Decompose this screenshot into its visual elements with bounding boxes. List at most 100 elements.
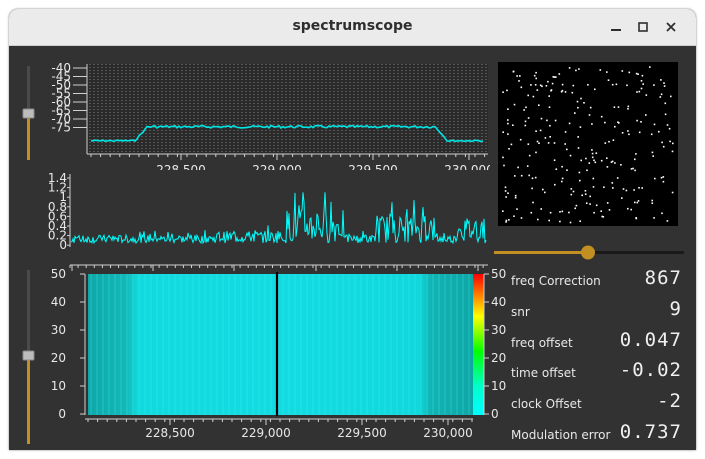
constellation-point	[568, 122, 571, 125]
constellation-point	[664, 102, 667, 105]
constellation-point	[502, 131, 504, 133]
constellation-slider[interactable]	[492, 244, 687, 260]
constellation-point	[625, 189, 628, 192]
constellation-point	[545, 85, 548, 87]
constellation-point	[568, 211, 570, 214]
constellation-point	[640, 121, 642, 123]
constellation-point	[634, 201, 636, 204]
constellation-point	[548, 95, 550, 97]
close-button[interactable]	[661, 17, 681, 37]
x-tick-label: 230,000	[423, 426, 473, 440]
constellation-point	[651, 202, 654, 204]
constellation-point	[564, 143, 566, 145]
constellation-point	[513, 103, 516, 106]
app-window: spectrumscope -40 -45 -50 -55 -60 -65 -70 -75 2…	[9, 9, 696, 450]
constellation-point	[622, 188, 625, 190]
constellation-point	[626, 84, 628, 87]
maximize-icon	[638, 22, 648, 32]
constellation-point	[519, 75, 521, 77]
constellation-point	[589, 203, 591, 205]
constellation-point	[603, 186, 605, 188]
constellation-point	[606, 166, 609, 168]
constellation-point	[630, 208, 632, 211]
constellation-point	[595, 204, 598, 207]
constellation-point	[640, 80, 643, 82]
y-tick-label: 10	[51, 379, 66, 393]
constellation-point	[600, 115, 603, 118]
constellation-point	[504, 190, 507, 192]
constellation-point	[512, 70, 515, 73]
time-offset-value: -0.02	[619, 359, 682, 381]
constellation-point	[585, 202, 588, 204]
constellation-point	[595, 152, 598, 154]
constellation-point	[571, 91, 574, 94]
constellation-point	[649, 66, 651, 68]
constellation-point	[628, 71, 631, 74]
constellation-point	[520, 174, 523, 177]
constellation-point	[662, 145, 665, 148]
slider-handle[interactable]	[581, 245, 595, 260]
constellation-point	[635, 217, 638, 220]
y-tick-label: 40	[51, 295, 66, 309]
y-tick-label: 0	[59, 238, 67, 252]
constellation-point	[534, 176, 537, 179]
constellation-point	[642, 83, 644, 85]
constellation-point	[627, 108, 629, 110]
constellation-point	[547, 80, 549, 83]
colorbar-tick-label: 20	[491, 351, 506, 365]
y-tick-label: -75	[51, 121, 71, 135]
constellation-point	[662, 180, 665, 183]
constellation-point	[662, 176, 665, 178]
minimize-icon	[611, 29, 621, 31]
maximize-button[interactable]	[633, 17, 653, 37]
constellation-point	[660, 176, 663, 179]
constellation-point	[505, 219, 508, 222]
constellation-point	[555, 168, 558, 170]
constellation-point	[544, 137, 547, 139]
constellation-point	[583, 102, 585, 104]
slider-handle[interactable]	[22, 108, 35, 119]
constellation-point	[663, 82, 665, 84]
constellation-point	[589, 195, 591, 198]
constellation-point	[640, 87, 643, 90]
constellation-point	[564, 131, 567, 133]
constellation-point	[641, 74, 644, 77]
slider-handle[interactable]	[22, 350, 35, 361]
constellation-point	[514, 194, 517, 197]
constellation-point	[606, 202, 609, 204]
constellation-point	[612, 139, 615, 141]
time-domain-plot: 1.41.210.80.60.40.20 02004006008001,000	[48, 172, 488, 271]
constellation-point	[502, 91, 504, 93]
constellation-point	[549, 136, 551, 138]
constellation-point	[542, 188, 544, 191]
constellation-point	[544, 191, 546, 194]
constellation-point	[513, 215, 515, 217]
constellation-point	[548, 106, 551, 108]
constellation-point	[671, 191, 674, 194]
constellation-point	[572, 84, 575, 87]
constellation-point	[519, 138, 522, 141]
constellation-point	[638, 90, 641, 93]
constellation-point	[533, 74, 536, 77]
constellation-point	[621, 197, 623, 199]
constellation-point	[606, 157, 608, 159]
constellation-point	[654, 177, 656, 180]
minimize-button[interactable]	[606, 17, 626, 37]
constellation-point	[578, 68, 580, 70]
constellation-point	[575, 204, 578, 207]
constellation-point	[661, 212, 663, 215]
constellation-point	[592, 177, 595, 180]
title-bar[interactable]: spectrumscope	[9, 9, 696, 46]
constellation-point	[584, 190, 587, 192]
constellation-point	[508, 219, 510, 221]
colorbar-tick-label: 50	[491, 267, 506, 281]
constellation-point	[636, 91, 638, 93]
constellation-point	[608, 140, 610, 143]
constellation-plot	[498, 62, 678, 226]
constellation-point	[621, 70, 624, 72]
constellation-point	[632, 167, 634, 170]
constellation-point	[540, 117, 543, 120]
constellation-point	[633, 189, 635, 191]
constellation-point	[514, 196, 517, 199]
constellation-point	[527, 117, 530, 119]
